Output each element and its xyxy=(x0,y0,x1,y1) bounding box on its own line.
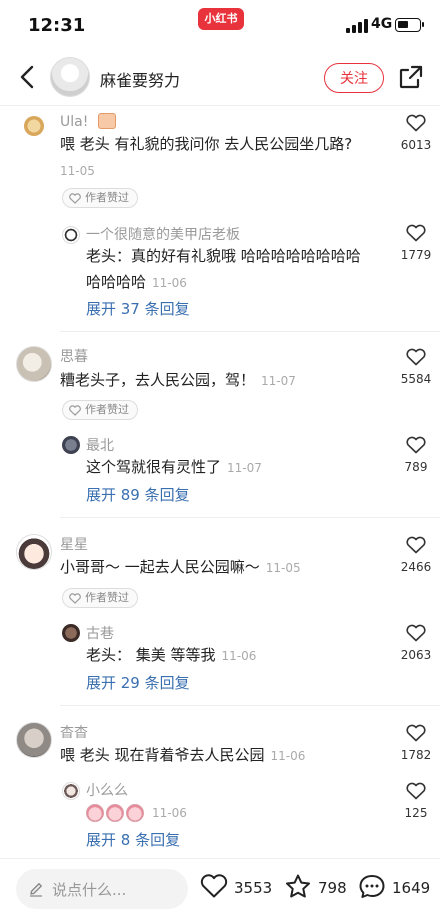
commenter-name[interactable]: 星星 xyxy=(60,534,88,554)
divider xyxy=(60,517,440,518)
like-count: 2466 xyxy=(400,560,432,574)
badge-icon xyxy=(98,113,116,129)
like-button[interactable]: 1782 xyxy=(396,724,436,762)
like-count: 6013 xyxy=(400,138,432,152)
reply-avatar[interactable] xyxy=(62,436,80,454)
author-liked-label: 作者赞过 xyxy=(85,591,129,604)
commenter-name[interactable]: 思暮 xyxy=(60,346,88,366)
post-comment-button[interactable]: 1649 xyxy=(358,873,430,903)
reply-text: 11-06 xyxy=(86,800,187,826)
author-liked-label: 作者赞过 xyxy=(85,403,129,416)
comment-item: 星星 小哥哥～ 一起去人民公园嘛～ 11-05 作者赞过 2466 古巷 老头： … xyxy=(0,522,440,706)
comment-input[interactable]: 说点什么... xyxy=(16,869,188,909)
author-liked-badge: 作者赞过 xyxy=(62,588,138,608)
post-star-button[interactable]: 798 xyxy=(284,873,350,903)
network-label: 4G xyxy=(371,16,393,32)
heart-outline-icon xyxy=(200,874,228,898)
author-liked-label: 作者赞过 xyxy=(85,191,129,204)
pencil-icon xyxy=(30,883,42,897)
post-like-button[interactable]: 3553 xyxy=(200,873,272,903)
comment-time: 11-05 xyxy=(265,561,301,575)
like-count: 5584 xyxy=(400,372,432,386)
like-button[interactable]: 6013 xyxy=(396,114,436,152)
like-button[interactable]: 1779 xyxy=(396,224,436,262)
like-button[interactable]: 5584 xyxy=(396,348,436,386)
like-button[interactable]: 789 xyxy=(396,436,436,474)
reply-text: 老头：真的好有礼貌哦 哈哈哈哈哈哈哈哈 xyxy=(86,247,361,265)
commenter-name[interactable]: Ula! xyxy=(60,114,88,130)
comment-time: 11-05 xyxy=(60,164,95,178)
like-count: 125 xyxy=(404,806,428,820)
status-time: 12:31 xyxy=(28,15,86,36)
expand-replies-link[interactable]: 展开 8 条回复 xyxy=(86,829,180,850)
expand-replies-link[interactable]: 展开 89 条回复 xyxy=(86,484,190,505)
comment-time: 11-06 xyxy=(270,749,306,763)
commenter-avatar[interactable] xyxy=(24,116,44,136)
comment-item: Ula! 喂 老头 有礼貌的我问你 去人民公园坐几路? 11-05 作者赞过 6… xyxy=(0,110,440,332)
status-bar: 12:31 小红书 4G xyxy=(0,0,440,48)
comment-item: 杳杳 喂 老头 现在背着爷去人民公园 11-06 1782 小么么 11-06 1… xyxy=(0,710,440,856)
expand-replies-link[interactable]: 展开 29 条回复 xyxy=(86,672,190,693)
post-like-count: 3553 xyxy=(234,879,273,897)
author-liked-badge: 作者赞过 xyxy=(62,400,138,420)
reply-time: 11-06 xyxy=(152,806,187,820)
bottom-bar: 说点什么... 3553 798 1649 xyxy=(0,858,440,920)
reply-time: 11-06 xyxy=(221,649,257,663)
expand-replies-link[interactable]: 展开 37 条回复 xyxy=(86,298,190,319)
author-avatar[interactable] xyxy=(50,57,90,97)
reply-text: 老头： 集美 等等我 11-06 xyxy=(86,646,257,664)
comment-input-placeholder: 说点什么... xyxy=(52,881,127,899)
reply-time: 11-07 xyxy=(227,461,262,475)
reply-avatar[interactable] xyxy=(62,226,80,244)
pig-emoji-icon xyxy=(106,803,124,822)
reply-text: 这个驾就很有灵性了 11-07 xyxy=(86,458,262,476)
author-liked-badge: 作者赞过 xyxy=(62,188,138,208)
reply-avatar[interactable] xyxy=(62,782,80,800)
divider xyxy=(60,705,440,706)
star-outline-icon xyxy=(286,874,310,898)
divider xyxy=(60,331,440,332)
header: 麻雀要努力 关注 xyxy=(0,48,440,106)
follow-button[interactable]: 关注 xyxy=(324,63,384,93)
chat-bubble-icon xyxy=(359,875,385,898)
signal-icon xyxy=(346,19,368,33)
reply-avatar[interactable] xyxy=(62,624,80,642)
app-badge: 小红书 xyxy=(198,8,244,30)
comment-text: 小哥哥～ 一起去人民公园嘛～ 11-05 xyxy=(60,558,301,576)
reply-name[interactable]: 一个很随意的美甲店老板 xyxy=(86,224,240,244)
like-button[interactable]: 125 xyxy=(396,782,436,820)
comment-time: 11-07 xyxy=(261,374,296,388)
reply-name[interactable]: 小么么 xyxy=(86,780,128,800)
pig-emoji-icon xyxy=(126,803,144,822)
comment-text: 糟老头子，去人民公园，驾！ 11-07 xyxy=(60,371,296,389)
like-count: 1782 xyxy=(400,748,432,762)
share-icon[interactable] xyxy=(398,64,424,90)
reply-text-cont: 哈哈哈哈 11-06 xyxy=(86,273,187,291)
like-count: 2063 xyxy=(400,648,432,662)
reply-name[interactable]: 古巷 xyxy=(86,623,114,643)
like-count: 1779 xyxy=(400,248,432,262)
like-button[interactable]: 2063 xyxy=(396,624,436,662)
back-icon[interactable] xyxy=(16,64,40,90)
comment-text: 喂 老头 现在背着爷去人民公园 11-06 xyxy=(60,746,306,764)
pig-emoji-icon xyxy=(86,803,104,822)
post-comment-count: 1649 xyxy=(392,879,431,897)
commenter-avatar[interactable] xyxy=(16,534,52,570)
commenter-avatar[interactable] xyxy=(16,722,52,758)
reply-name[interactable]: 最北 xyxy=(86,435,114,455)
like-count: 789 xyxy=(404,460,428,474)
like-button[interactable]: 2466 xyxy=(396,536,436,574)
commenter-avatar[interactable] xyxy=(16,346,52,382)
post-star-count: 798 xyxy=(318,879,347,897)
comment-text: 喂 老头 有礼貌的我问你 去人民公园坐几路? xyxy=(60,135,353,153)
commenter-name[interactable]: 杳杳 xyxy=(60,722,88,742)
comment-item: 思暮 糟老头子，去人民公园，驾！ 11-07 作者赞过 5584 最北 这个驾就很… xyxy=(0,336,440,518)
battery-icon xyxy=(395,18,424,32)
reply-time: 11-06 xyxy=(152,276,187,290)
author-name[interactable]: 麻雀要努力 xyxy=(100,67,180,91)
